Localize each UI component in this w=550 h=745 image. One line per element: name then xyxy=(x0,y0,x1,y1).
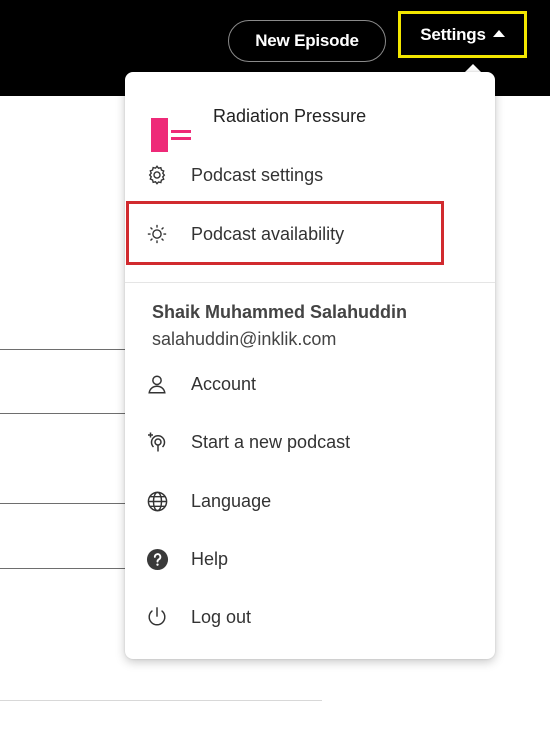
user-name: Shaik Muhammed Salahuddin xyxy=(152,302,408,322)
menu-divider xyxy=(125,282,495,283)
podcast-availability-item[interactable]: Podcast availability xyxy=(125,209,495,259)
account-label: Account xyxy=(191,373,257,394)
language-item[interactable]: Language xyxy=(125,476,495,526)
settings-dropdown-menu: Radiation Pressure Podcast settings Podc… xyxy=(125,72,495,659)
caret-up-icon xyxy=(492,30,505,37)
settings-label: Settings xyxy=(420,24,486,44)
language-label: Language xyxy=(191,490,272,511)
globe-icon xyxy=(145,489,169,513)
podcast-logo-icon xyxy=(151,118,191,152)
new-podcast-icon xyxy=(145,430,169,454)
help-icon xyxy=(145,547,169,571)
log-out-item[interactable]: Log out xyxy=(125,592,495,642)
start-new-podcast-item[interactable]: Start a new podcast xyxy=(125,417,495,467)
gear-icon xyxy=(145,163,169,187)
start-new-podcast-label: Start a new podcast xyxy=(191,431,351,452)
log-out-label: Log out xyxy=(191,606,252,627)
help-item[interactable]: Help xyxy=(125,534,495,584)
podcast-settings-item[interactable]: Podcast settings xyxy=(125,150,495,200)
settings-button[interactable]: Settings xyxy=(398,11,527,58)
new-episode-button[interactable]: New Episode xyxy=(228,20,386,62)
current-podcast-item[interactable]: Radiation Pressure xyxy=(125,90,495,152)
background-divider xyxy=(0,700,322,701)
person-icon xyxy=(145,372,169,396)
account-item[interactable]: Account xyxy=(125,359,495,409)
podcast-availability-label: Podcast availability xyxy=(191,223,345,244)
user-email: salahuddin@inklik.com xyxy=(152,329,337,349)
podcast-settings-label: Podcast settings xyxy=(191,164,324,185)
podcast-name: Radiation Pressure xyxy=(213,106,367,126)
help-label: Help xyxy=(191,548,229,569)
power-icon xyxy=(145,605,169,629)
sun-icon xyxy=(145,222,169,246)
